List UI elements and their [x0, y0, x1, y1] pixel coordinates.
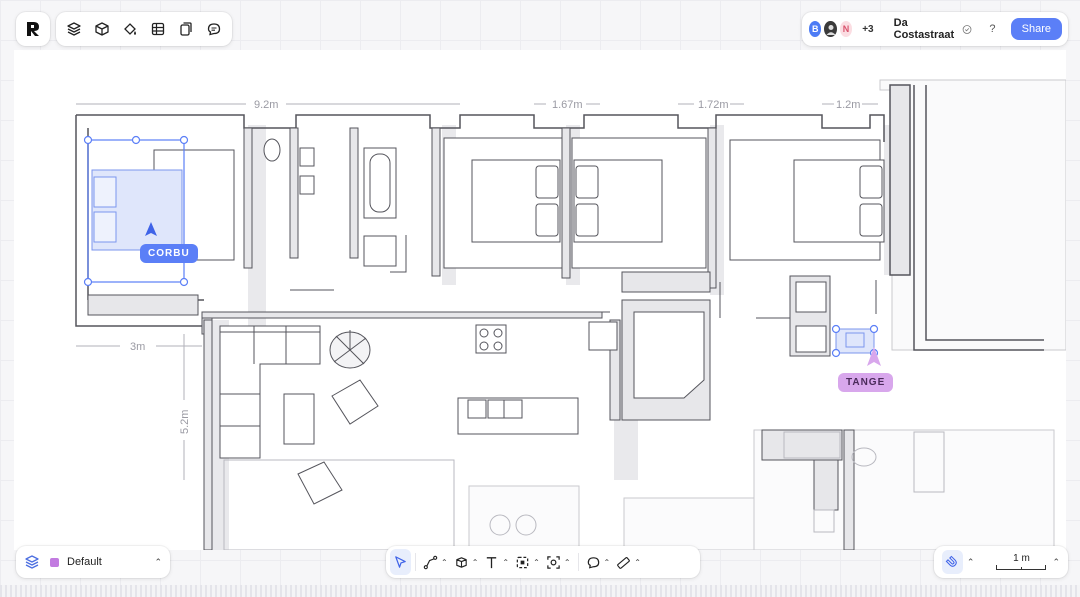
pages-icon	[180, 22, 192, 36]
fill-button[interactable]	[118, 17, 142, 41]
share-button[interactable]: Share	[1010, 18, 1062, 40]
box-icon	[455, 556, 467, 568]
layers-icon	[67, 22, 81, 36]
dimension-label: 1.2m	[836, 99, 860, 111]
dimension-label: 1.67m	[552, 99, 583, 111]
drawing-toolbar: ⌃ ⌃ ⌃ ⌃ ⌃ ⌃ ⌃	[386, 546, 700, 578]
chevron-up-icon: ⌃	[634, 557, 641, 567]
chevron-up-icon: ⌃	[533, 557, 540, 567]
object-tool[interactable]: ⌃	[451, 549, 482, 575]
avatar[interactable]	[823, 20, 838, 38]
dimension-label: 3m	[130, 341, 145, 353]
user-photo-icon	[826, 25, 836, 35]
layer-color-swatch	[50, 557, 59, 567]
app-logo-button[interactable]	[16, 12, 50, 46]
text-tool[interactable]: ⌃	[481, 549, 512, 575]
dimension-label: 1.72m	[698, 99, 729, 111]
select-tool[interactable]	[390, 549, 411, 575]
comment-tool[interactable]: ⌃	[583, 549, 614, 575]
saved-check-icon	[962, 24, 972, 34]
dimension-label: 5.2m	[179, 410, 191, 434]
floor-plan[interactable]: 9.2m 1.67m 1.72m 1.2m 3m 5.2m	[14, 50, 1066, 550]
camera-view-tool[interactable]: ⌃	[543, 549, 574, 575]
comment-icon	[587, 556, 599, 568]
avatar[interactable]: B	[808, 20, 823, 38]
ruler-strip	[0, 585, 1080, 597]
magnet-icon	[946, 555, 958, 567]
layers-button[interactable]	[62, 17, 86, 41]
logo-r-icon	[27, 22, 39, 36]
chevron-up-icon: ⌃	[154, 556, 162, 567]
measure-tool[interactable]: ⌃	[613, 549, 644, 575]
focus-frame-icon	[547, 555, 560, 569]
comment-icon	[207, 23, 221, 36]
scale-label: 1 m	[1013, 553, 1030, 564]
chevron-up-icon[interactable]: ⌃	[967, 557, 975, 568]
layers-icon	[25, 555, 39, 569]
chevron-up-icon: ⌃	[471, 557, 479, 567]
paint-bucket-icon	[124, 23, 136, 35]
chevron-up-icon: ⌃	[563, 557, 571, 567]
layer-name: Default	[67, 556, 102, 568]
dashed-square-icon	[516, 556, 529, 568]
chevron-up-icon[interactable]: ⌃	[1052, 557, 1060, 568]
pages-button[interactable]	[174, 17, 198, 41]
snap-toggle[interactable]	[942, 550, 963, 574]
project-name[interactable]: Da Costastraat	[894, 17, 955, 41]
table-icon	[151, 22, 165, 36]
ruler-icon	[617, 556, 631, 569]
snap-and-scale: ⌃ 1 m ⌃	[934, 546, 1068, 578]
collaboration-bar: B N +3 Da Costastraat ? Share	[802, 12, 1068, 46]
avatar[interactable]: N	[838, 20, 854, 38]
comments-button[interactable]	[202, 17, 226, 41]
scale-bar	[996, 565, 1047, 570]
area-tool[interactable]: ⌃	[512, 549, 543, 575]
polyline-node-icon	[423, 555, 438, 569]
dimension-label: 9.2m	[254, 99, 278, 111]
cursor-arrow-icon	[395, 555, 406, 568]
text-icon	[487, 556, 497, 568]
cube-icon	[95, 22, 109, 36]
wall-tool[interactable]: ⌃	[420, 549, 451, 575]
scale-indicator: 1 m	[996, 553, 1047, 570]
floor-plan-sheet[interactable]: 9.2m 1.67m 1.72m 1.2m 3m 5.2m	[14, 50, 1066, 550]
top-toolbar	[56, 12, 232, 46]
layer-selector[interactable]: Default ⌃	[16, 546, 170, 578]
3d-view-button[interactable]	[90, 17, 114, 41]
cursor-label-corbu: CORBU	[140, 244, 198, 263]
schedule-table-button[interactable]	[146, 17, 170, 41]
cursor-label-tange: TANGE	[838, 373, 894, 392]
chevron-up-icon: ⌃	[441, 557, 448, 567]
toolbar-divider	[415, 553, 416, 571]
chevron-up-icon: ⌃	[502, 557, 510, 567]
chevron-up-icon: ⌃	[603, 557, 611, 567]
help-button[interactable]: ?	[986, 23, 998, 35]
toolbar-divider	[577, 553, 579, 571]
extra-collaborators-count[interactable]: +3	[862, 24, 873, 35]
